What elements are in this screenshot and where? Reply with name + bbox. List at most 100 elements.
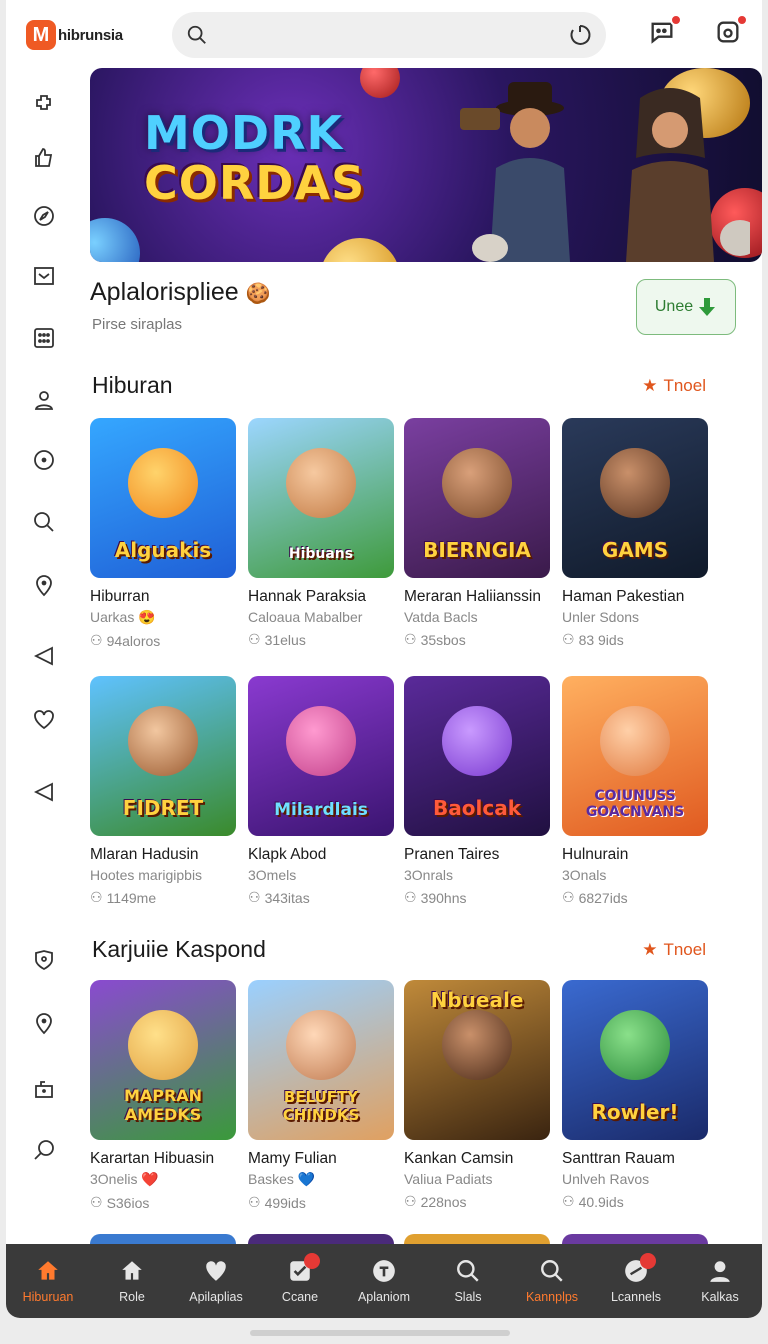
nav-item-kannplps[interactable]: Kannplps (510, 1244, 594, 1318)
character-art (442, 448, 512, 518)
game-subtitle: 3Onrals (404, 867, 454, 883)
game-subtitle: Baskes 💙 (248, 1171, 316, 1187)
character-art (286, 1010, 356, 1080)
sidebar-item-grid[interactable] (24, 318, 64, 358)
thumbnail-text: GAMS (601, 538, 669, 562)
character-art (600, 1010, 670, 1080)
game-card[interactable]: Hibuans Hannak Paraksia Caloaua Mabalber… (248, 418, 394, 648)
house-icon (119, 1258, 145, 1284)
players-icon: ⚇ (90, 889, 103, 905)
nav-label: Hiburuan (22, 1290, 74, 1304)
game-subtitle: 3Onals (562, 867, 607, 883)
notification-badge (736, 14, 748, 26)
game-card[interactable]: BIERNGIA Meraran Haliianssin Vatda Bacls… (404, 418, 550, 648)
players-icon: ⚇ (404, 631, 417, 647)
game-card[interactable]: GAMS Haman Pakestian Unler Sdons ⚇ 83 9id… (562, 418, 708, 648)
game-card[interactable]: COIUNUSS GOACNVANS Hulnurain 3Onals ⚇ 682… (562, 676, 708, 906)
game-thumbnail: MAPRAN AMEDKS (90, 980, 236, 1140)
search-bar[interactable] (172, 12, 606, 58)
home-indicator[interactable] (250, 1330, 510, 1336)
unee-button-label: Unee (654, 298, 694, 315)
game-stats: ⚇ 94aloros (90, 632, 236, 649)
sidebar-item-shield[interactable] (24, 940, 64, 980)
sidebar-item-circle[interactable] (24, 440, 64, 480)
game-count: 40.9ids (578, 1193, 624, 1210)
game-title: Mlaran Hadusin (90, 846, 199, 863)
game-card[interactable]: BELUFTY CHINDKS Mamy Fulian Baskes 💙 ⚇ 49… (248, 980, 394, 1211)
sidebar-item-explore[interactable] (24, 196, 64, 236)
sidebar-item-inbox[interactable] (24, 256, 64, 296)
sidebar-item-search[interactable] (24, 502, 64, 542)
intro-subtitle: Pirse siraplas (92, 316, 183, 333)
game-stats: ⚇ 31elus (248, 631, 394, 648)
nav-item-apilaplias[interactable]: Apilaplias (174, 1244, 258, 1318)
thumbnail-text: MAPRAN AMEDKS (123, 1086, 203, 1124)
nav-item-slals[interactable]: Slals (426, 1244, 510, 1318)
app-logo[interactable]: M hibrunsia (26, 20, 123, 50)
sidebar-item-pin[interactable] (24, 1004, 64, 1044)
character-art (600, 448, 670, 518)
game-stats: ⚇ S36ios (90, 1194, 236, 1211)
thumbnail-text: Rowler! (591, 1100, 679, 1124)
nav-label: Role (119, 1290, 145, 1304)
nav-label: Slals (454, 1290, 482, 1304)
game-card[interactable]: Rowler! Santtran Rauam Unlveh Ravos ⚇ 40.… (562, 980, 708, 1210)
decor-orb (360, 68, 400, 98)
game-thumbnail: Hibuans (248, 418, 394, 578)
shield-icon (32, 948, 56, 972)
game-stats: ⚇ 390hns (404, 889, 550, 906)
game-card[interactable]: MAPRAN AMEDKS Karartan Hibuasin 3Onelis … (90, 980, 236, 1211)
sidebar-item-profile[interactable] (24, 380, 64, 420)
game-subtitle: Hootes marigipbis (90, 867, 203, 883)
download-arrow-icon (697, 296, 717, 318)
sidebar-item-find[interactable] (24, 1130, 64, 1170)
sidebar-item-lock[interactable] (24, 1068, 64, 1108)
sidebar-item-like[interactable] (24, 138, 64, 178)
sidebar-item-back[interactable] (24, 636, 64, 676)
sidebar-item-puzzle[interactable] (24, 84, 64, 124)
heart-icon (32, 708, 56, 732)
section-title-karjuiie: Karjuiie Kaspond (92, 936, 266, 962)
players-icon: ⚇ (90, 632, 103, 648)
game-card[interactable]: Baolcak Pranen Taires 3Onrals ⚇ 390hns (404, 676, 550, 906)
hero-banner[interactable]: MODRK CORDAS (90, 68, 762, 262)
sidebar-item-play[interactable] (24, 772, 64, 812)
character-art (128, 1010, 198, 1080)
game-thumbnail: BIERNGIA (404, 418, 550, 578)
nav-item-ccane[interactable]: Ccane (258, 1244, 342, 1318)
dot-circle-icon (32, 448, 56, 472)
nav-item-role[interactable]: Role (90, 1244, 174, 1318)
nav-item-lcannels[interactable]: Lcannels (594, 1244, 678, 1318)
game-card[interactable]: Milardlais Klapk Abod 3Omels ⚇ 343itas (248, 676, 394, 906)
game-thumbnail: Milardlais (248, 676, 394, 836)
game-card[interactable]: Alguakis Hiburran Uarkas 😍 ⚇ 94aloros (90, 418, 236, 649)
unee-button[interactable]: Unee (636, 279, 736, 335)
sidebar-item-location[interactable] (24, 566, 64, 606)
search-icon (539, 1258, 565, 1284)
nav-item-kalkas[interactable]: Kalkas (678, 1244, 762, 1318)
nav-item-hiburuan[interactable]: Hiburuan (6, 1244, 90, 1318)
thumbnail-text: Alguakis (114, 538, 212, 562)
players-icon: ⚇ (248, 889, 261, 905)
game-stats: ⚇ 83 9ids (562, 631, 708, 648)
players-icon: ⚇ (562, 889, 575, 905)
inbox-icon (32, 264, 56, 288)
top-bar: M hibrunsia (6, 0, 762, 70)
nav-item-aplaniom[interactable]: Aplaniom (342, 1244, 426, 1318)
game-subtitle: Valiua Padiats (404, 1171, 493, 1187)
decor-orb (90, 218, 140, 262)
section-more-link[interactable]: ★ Tnoel (642, 376, 706, 396)
game-title: Hannak Paraksia (248, 588, 367, 605)
section-more-link[interactable]: ★ Tnoel (642, 940, 706, 960)
game-title: Karartan Hibuasin (90, 1150, 215, 1167)
game-card[interactable]: FIDRET Mlaran Hadusin Hootes marigipbis … (90, 676, 236, 906)
game-stats: ⚇ 228nos (404, 1193, 550, 1210)
search-input[interactable] (218, 26, 568, 44)
messages-button[interactable] (648, 14, 682, 48)
sidebar-item-favorites[interactable] (24, 700, 64, 740)
puzzle-icon (32, 92, 56, 116)
game-thumbnail: GAMS (562, 418, 708, 578)
notifications-button[interactable] (714, 14, 748, 48)
refresh-icon[interactable] (568, 23, 592, 47)
game-card[interactable]: Nbueale Kankan Camsin Valiua Padiats ⚇ 22… (404, 980, 550, 1210)
